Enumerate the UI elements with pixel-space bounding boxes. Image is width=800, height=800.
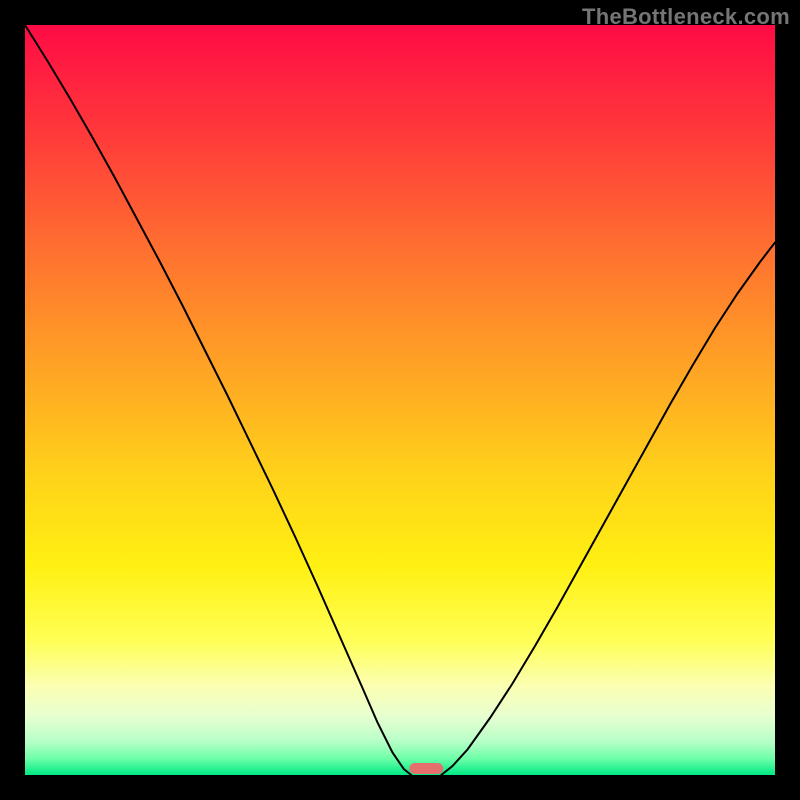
chart-svg xyxy=(25,25,775,775)
watermark-label: TheBottleneck.com xyxy=(582,4,790,30)
gradient-background xyxy=(25,25,775,775)
bottleneck-chart xyxy=(25,25,775,775)
bottleneck-marker xyxy=(409,763,443,774)
